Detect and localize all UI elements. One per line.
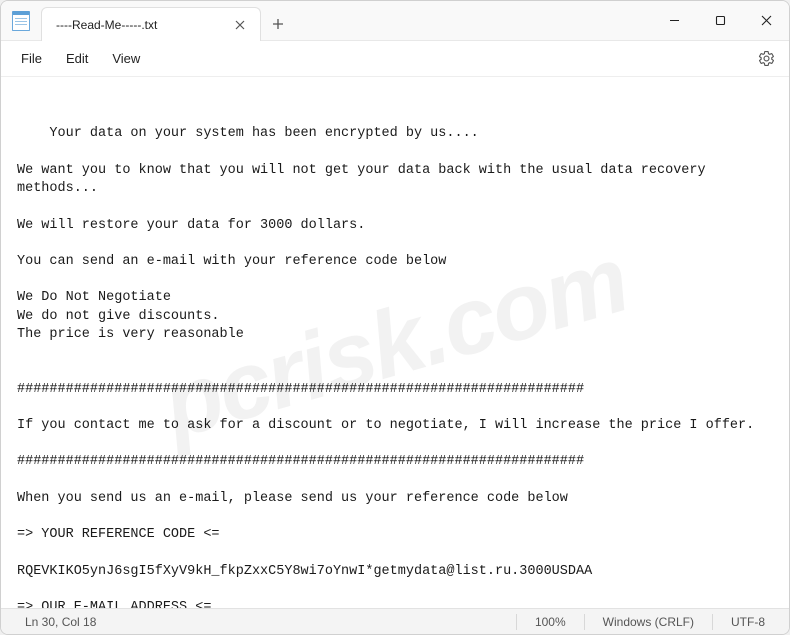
menu-edit[interactable]: Edit — [54, 45, 100, 72]
gear-icon — [758, 50, 775, 67]
maximize-button[interactable] — [697, 1, 743, 40]
tab-title: ----Read-Me-----.txt — [56, 18, 230, 32]
minimize-button[interactable] — [651, 1, 697, 40]
notepad-window: ----Read-Me-----.txt File Edit View — [0, 0, 790, 635]
window-controls — [651, 1, 789, 40]
titlebar-drag-area[interactable] — [295, 1, 651, 40]
statusbar: Ln 30, Col 18 100% Windows (CRLF) UTF-8 — [1, 608, 789, 634]
cursor-position: Ln 30, Col 18 — [7, 615, 114, 629]
text-editor-area[interactable]: pcrisk.com Your data on your system has … — [1, 77, 789, 608]
notepad-icon — [12, 11, 30, 31]
encoding: UTF-8 — [713, 615, 783, 629]
settings-button[interactable] — [751, 44, 781, 74]
zoom-level[interactable]: 100% — [517, 615, 584, 629]
line-ending: Windows (CRLF) — [585, 615, 712, 629]
document-tab[interactable]: ----Read-Me-----.txt — [41, 7, 261, 41]
app-icon — [1, 1, 41, 40]
titlebar: ----Read-Me-----.txt — [1, 1, 789, 41]
menu-file[interactable]: File — [9, 45, 54, 72]
menubar: File Edit View — [1, 41, 789, 77]
document-text: Your data on your system has been encryp… — [17, 126, 754, 608]
new-tab-button[interactable] — [261, 7, 295, 40]
close-tab-button[interactable] — [230, 15, 250, 35]
close-window-button[interactable] — [743, 1, 789, 40]
menu-view[interactable]: View — [100, 45, 152, 72]
